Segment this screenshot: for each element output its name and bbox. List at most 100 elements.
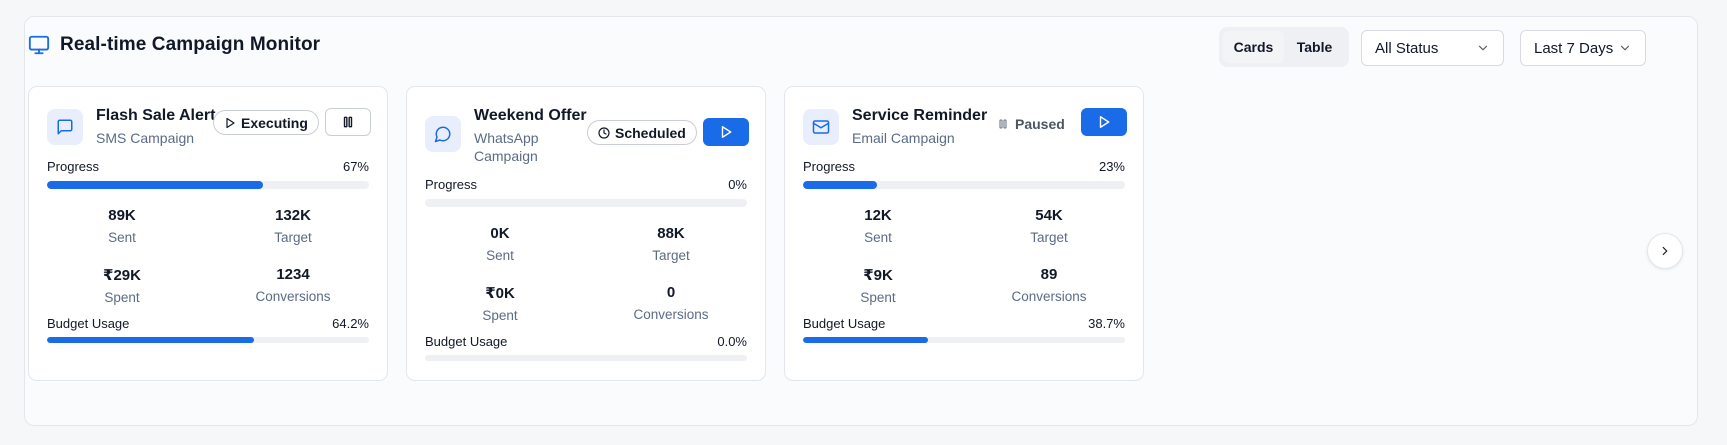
status-label: Executing <box>241 114 308 131</box>
campaign-card-header: Service Reminder Email Campaign Paused <box>803 105 1127 146</box>
target-value: 132K <box>275 207 311 224</box>
spent-stat: ₹0K Spent <box>425 284 575 323</box>
page-title: Real-time Campaign Monitor <box>60 34 321 55</box>
target-label: Target <box>274 230 312 245</box>
conversions-label: Conversions <box>255 289 331 304</box>
cards-view-button[interactable]: Cards <box>1223 31 1284 63</box>
chevron-right-icon <box>1662 246 1668 256</box>
progress-label: Progress <box>425 177 478 192</box>
play-icon <box>1099 116 1110 128</box>
spent-label: Spent <box>104 290 140 305</box>
budget-bar <box>47 337 369 343</box>
spent-label: Spent <box>860 290 896 305</box>
sent-stat: 12K Sent <box>803 207 953 245</box>
campaign-type: SMS Campaign <box>96 130 195 146</box>
campaign-card: Flash Sale Alert SMS Campaign Executing … <box>28 86 388 381</box>
spent-value: ₹9K <box>863 267 893 284</box>
campaign-card: Service Reminder Email Campaign Paused P… <box>784 86 1144 381</box>
resume-campaign-button[interactable] <box>1081 108 1127 136</box>
budget-row: Budget Usage 0.0% <box>425 334 747 349</box>
conversions-stat: 1234 Conversions <box>218 266 368 304</box>
budget-bar-fill <box>803 337 928 343</box>
budget-value: 64.2% <box>332 316 369 331</box>
conversions-value: 89 <box>1040 266 1058 283</box>
pause-icon <box>999 119 1007 129</box>
progress-value: 23% <box>1098 159 1125 174</box>
target-stat: 54K Target <box>974 207 1124 245</box>
budget-label: Budget Usage <box>425 334 508 349</box>
budget-bar <box>425 355 747 361</box>
budget-row: Budget Usage 38.7% <box>803 316 1125 331</box>
conversions-label: Conversions <box>1011 289 1087 304</box>
progress-bar <box>47 181 369 189</box>
progress-row: Progress 0% <box>425 177 747 192</box>
pause-icon <box>343 116 353 128</box>
sent-value: 0K <box>490 225 510 242</box>
budget-label: Budget Usage <box>47 316 130 331</box>
play-icon <box>226 117 235 128</box>
target-label: Target <box>1030 230 1068 245</box>
campaign-name: Flash Sale Alert <box>96 107 216 124</box>
conversions-label: Conversions <box>633 307 709 322</box>
budget-label: Budget Usage <box>803 316 886 331</box>
target-value: 88K <box>657 225 685 242</box>
sent-stat: 89K Sent <box>47 207 197 245</box>
sent-label: Sent <box>486 248 514 263</box>
conversions-stat: 0 Conversions <box>596 284 746 322</box>
conversions-stat: 89 Conversions <box>974 266 1124 304</box>
target-stat: 132K Target <box>218 207 368 245</box>
status-filter-value: All Status <box>1375 39 1439 57</box>
spent-value: ₹0K <box>485 285 515 302</box>
whatsapp-icon <box>425 116 461 152</box>
status-label: Paused <box>1015 116 1065 132</box>
chevron-down-icon <box>1620 45 1630 51</box>
sent-stat: 0K Sent <box>425 225 575 263</box>
table-view-button[interactable]: Table <box>1284 31 1345 63</box>
progress-value: 0% <box>728 177 747 192</box>
progress-value: 67% <box>342 159 369 174</box>
sent-label: Sent <box>864 230 892 245</box>
status-badge: Paused <box>997 116 1065 132</box>
campaign-card-header: Weekend Offer WhatsApp Campaign Schedule… <box>425 105 749 165</box>
sent-value: 12K <box>864 207 892 224</box>
view-toggle: Cards Table <box>1219 27 1349 67</box>
sent-value: 89K <box>108 207 136 224</box>
target-value: 54K <box>1035 207 1063 224</box>
target-stat: 88K Target <box>596 225 746 263</box>
campaign-card-header: Flash Sale Alert SMS Campaign Executing <box>47 105 371 146</box>
budget-value: 0.0% <box>717 334 747 349</box>
chat-icon <box>47 109 83 145</box>
spent-stat: ₹9K Spent <box>803 266 953 305</box>
spent-stat: ₹29K Spent <box>47 266 197 305</box>
campaign-type: WhatsApp Campaign <box>474 130 539 164</box>
progress-bar <box>425 199 747 207</box>
date-range-value: Last 7 Days <box>1534 39 1614 57</box>
campaign-card: Weekend Offer WhatsApp Campaign Schedule… <box>406 86 766 381</box>
campaign-name: Service Reminder <box>852 107 988 124</box>
status-badge: Scheduled <box>587 120 697 145</box>
play-icon <box>721 126 732 138</box>
sent-label: Sent <box>108 230 136 245</box>
conversions-value: 0 <box>666 284 676 301</box>
budget-row: Budget Usage 64.2% <box>47 316 369 331</box>
progress-label: Progress <box>47 159 100 174</box>
progress-bar-fill <box>803 181 878 189</box>
campaign-name: Weekend Offer <box>474 107 587 124</box>
progress-label: Progress <box>803 159 856 174</box>
carousel-next-button[interactable] <box>1647 233 1683 269</box>
header: Real-time Campaign Monitor <box>28 34 320 56</box>
date-range-select[interactable]: Last 7 Days <box>1520 30 1646 66</box>
clock-icon <box>598 126 610 139</box>
start-campaign-button[interactable] <box>703 118 749 146</box>
progress-row: Progress 67% <box>47 159 369 174</box>
progress-bar <box>803 181 1125 189</box>
monitor-icon <box>28 35 50 55</box>
budget-value: 38.7% <box>1088 316 1125 331</box>
progress-row: Progress 23% <box>803 159 1125 174</box>
pause-campaign-button[interactable] <box>325 108 371 136</box>
status-filter-select[interactable]: All Status <box>1361 30 1504 66</box>
status-badge: Executing <box>213 110 319 135</box>
mail-icon <box>803 109 839 145</box>
progress-bar-fill <box>47 181 263 189</box>
campaign-type: Email Campaign <box>852 130 955 146</box>
